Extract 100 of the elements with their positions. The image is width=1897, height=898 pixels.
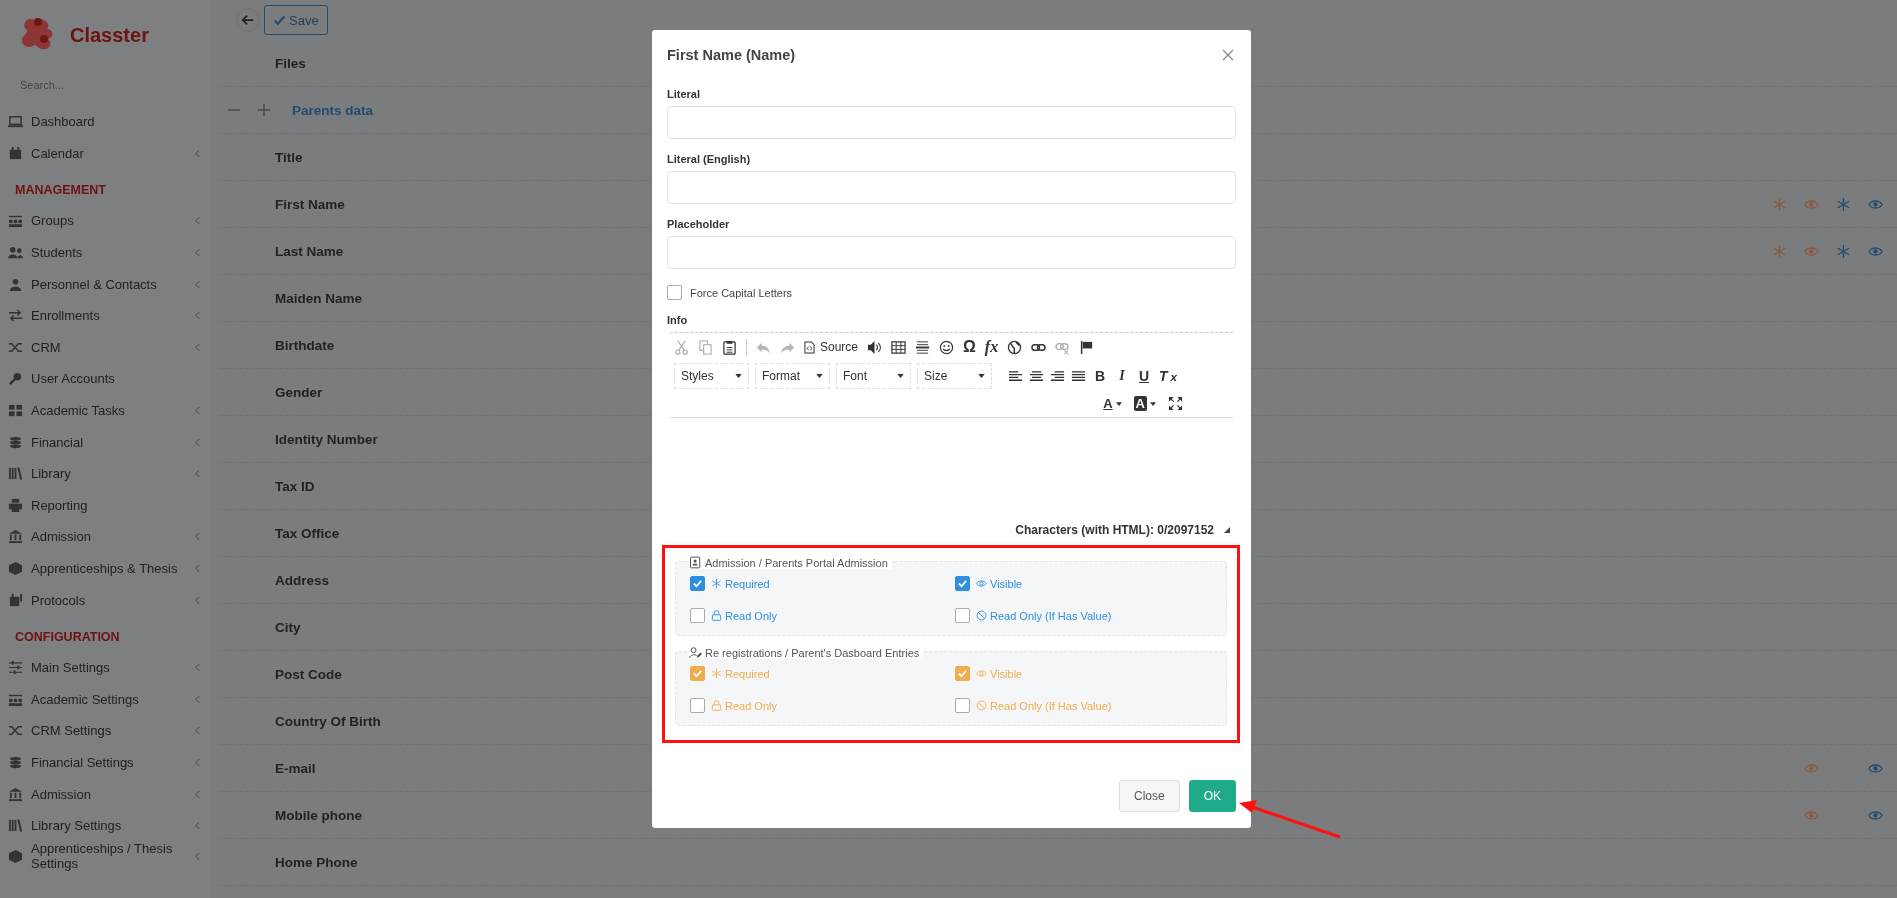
asterisk-icon <box>711 668 722 679</box>
checkbox[interactable] <box>955 608 970 623</box>
sidebar-item[interactable]: Dashboard <box>0 106 210 138</box>
sidebar-item[interactable]: Groups <box>0 205 210 237</box>
sidebar-item[interactable]: Apprenticeships & Thesis <box>0 552 210 585</box>
sidebar-item[interactable]: Students <box>0 236 210 269</box>
horizontal-line-icon[interactable] <box>915 339 931 355</box>
dropdown[interactable]: Styles <box>674 363 749 389</box>
sidebar-item[interactable]: Protocols <box>0 584 210 616</box>
chevron-icon <box>195 694 200 704</box>
ok-button[interactable]: OK <box>1188 780 1236 812</box>
group-title: Admission / Parents Portal Admission <box>705 556 888 569</box>
save-button[interactable]: Save <box>264 5 328 35</box>
sidebar-item[interactable]: Academic Tasks <box>0 394 210 427</box>
sidebar-item[interactable]: Financial Settings <box>0 746 210 779</box>
sidebar-item[interactable]: Admission <box>0 521 210 553</box>
close-button[interactable]: Close <box>1118 780 1180 812</box>
checkmark-icon <box>273 13 286 27</box>
sidebar-item[interactable]: User Accounts <box>0 363 210 395</box>
text-field[interactable] <box>667 171 1236 204</box>
chevron-icon <box>195 532 200 542</box>
section-heading: CONFIGURATION <box>14 628 121 646</box>
checkbox[interactable] <box>667 285 682 300</box>
chevron-icon <box>195 851 200 861</box>
field-label: Post Code <box>275 666 342 682</box>
checkbox[interactable] <box>690 666 705 681</box>
text-field[interactable] <box>667 106 1236 139</box>
sidebar-item[interactable]: Financial <box>0 426 210 458</box>
field-label: Country Of Birth <box>275 713 381 729</box>
search-field[interactable]: Search... <box>18 78 192 92</box>
checkbox[interactable] <box>690 576 705 591</box>
sidebar-item[interactable]: Library Settings <box>0 809 210 842</box>
underline-button[interactable]: U <box>1136 368 1152 384</box>
dropdown[interactable]: Size <box>917 363 992 389</box>
option-label: Read Only <box>711 699 777 712</box>
resize-handle-icon[interactable] <box>1224 527 1230 533</box>
option-label: Read Only (If Has Value) <box>976 609 1112 622</box>
dropdown[interactable]: Format <box>755 363 830 389</box>
plus-icon[interactable] <box>258 104 270 116</box>
file-code-icon <box>804 340 815 354</box>
checkmark-icon <box>692 668 703 679</box>
checkbox[interactable] <box>955 666 970 681</box>
chevron-icon <box>195 564 200 573</box>
special-character-button[interactable]: Ω <box>963 338 976 356</box>
chevron-icon <box>195 726 200 736</box>
close-button[interactable] <box>1220 47 1236 63</box>
field-label: Identity Number <box>275 431 378 447</box>
caret-icon <box>1115 401 1122 406</box>
lock-icon <box>711 700 722 711</box>
sidebar-item[interactable]: Reporting <box>0 489 210 522</box>
table-icon[interactable] <box>891 339 907 355</box>
checkbox[interactable] <box>955 698 970 713</box>
option-label: Required <box>711 667 770 680</box>
maximize-icon[interactable] <box>1168 396 1183 411</box>
dropdown[interactable]: Font <box>836 363 911 389</box>
align-right-icon[interactable] <box>1050 368 1065 384</box>
justify-icon[interactable] <box>1071 368 1086 384</box>
sidebar-item[interactable]: CRM Settings <box>0 715 210 747</box>
option-label: Read Only (If Has Value) <box>976 699 1112 712</box>
key-icon <box>8 371 23 387</box>
chevron-icon <box>195 437 200 447</box>
checkbox[interactable] <box>955 576 970 591</box>
close-icon <box>1222 49 1234 61</box>
sidebar-item[interactable]: Academic Settings <box>0 683 210 716</box>
sidebar-item[interactable]: Admission <box>0 778 210 810</box>
grid-icon <box>8 403 23 419</box>
clipboard-icon[interactable] <box>722 339 737 355</box>
smiley-icon[interactable] <box>939 339 955 355</box>
source-button[interactable]: Source <box>804 340 859 354</box>
sidebar-item[interactable]: Apprenticeships / Thesis Settings <box>0 841 210 872</box>
formula-button[interactable]: fx <box>984 338 999 356</box>
dialog-title: First Name (Name) <box>667 47 796 63</box>
chevron-icon <box>195 342 200 352</box>
italic-button[interactable]: I <box>1114 368 1130 384</box>
speaker-icon[interactable] <box>867 339 883 355</box>
text-field[interactable] <box>667 236 1236 269</box>
caret-icon <box>816 374 823 378</box>
sidebar-item[interactable]: Main Settings <box>0 651 210 684</box>
caret-icon <box>735 374 742 378</box>
checkbox[interactable] <box>690 698 705 713</box>
globe-icon[interactable] <box>1007 339 1023 355</box>
chevron-icon <box>195 595 200 605</box>
sidebar-item[interactable]: Library <box>0 457 210 490</box>
bold-button[interactable]: B <box>1092 368 1108 384</box>
sidebar-item[interactable]: Calendar <box>0 137 210 170</box>
align-center-icon[interactable] <box>1029 368 1044 384</box>
checkbox[interactable] <box>690 608 705 623</box>
sidebar-item[interactable]: CRM <box>0 331 210 364</box>
chevron-icon <box>195 758 200 767</box>
text-color-button[interactable]: A <box>1103 396 1122 411</box>
align-left-icon[interactable] <box>1008 368 1023 384</box>
checkmark-icon <box>692 578 703 589</box>
monitor-icon <box>8 114 23 130</box>
option-label: Required <box>711 577 770 590</box>
field-label: Mobile phone <box>275 807 362 823</box>
field-label: Literal <box>667 88 700 100</box>
flag-icon[interactable] <box>1079 339 1095 355</box>
chevron-icon <box>195 216 200 226</box>
sidebar-item[interactable]: Enrollments <box>0 299 210 332</box>
sidebar-item[interactable]: Personnel & Contacts <box>0 268 210 300</box>
